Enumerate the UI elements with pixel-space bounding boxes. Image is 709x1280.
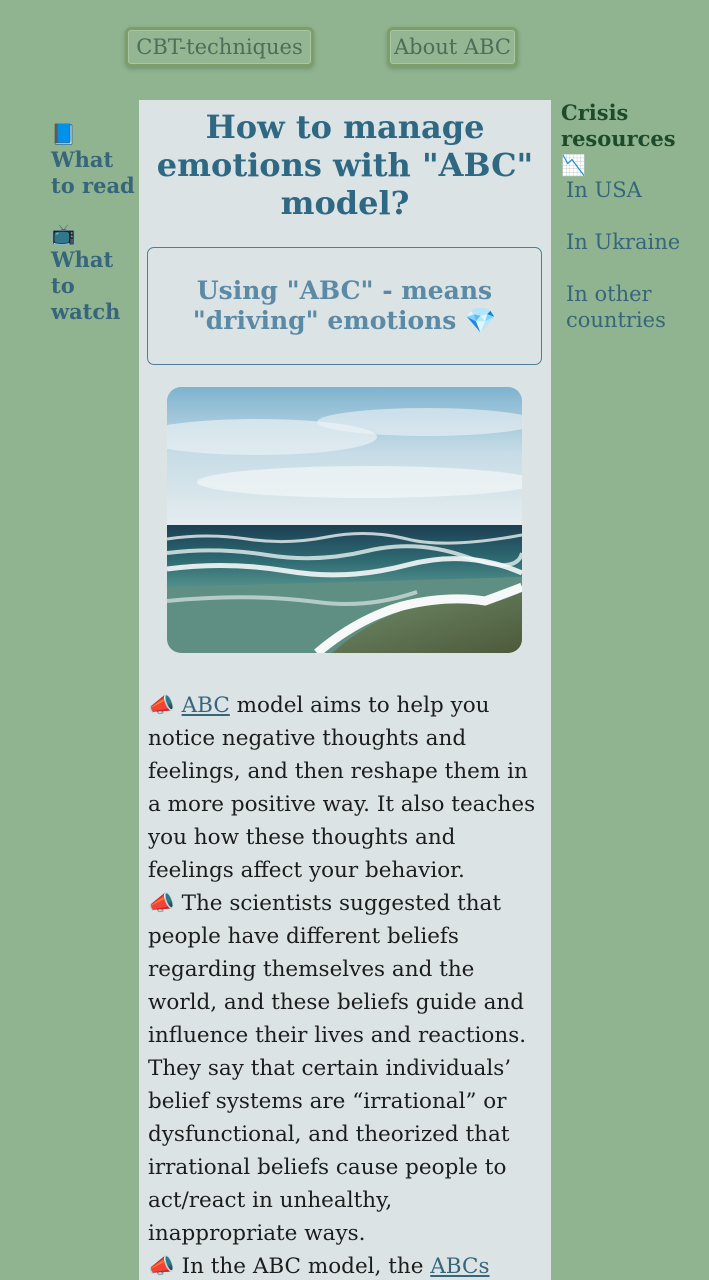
chart-decreasing-icon: 📉 xyxy=(561,153,586,177)
about-abc-button[interactable]: About ABC xyxy=(387,27,518,67)
crisis-link-ukraine[interactable]: In Ukraine xyxy=(566,229,706,255)
abcs-link[interactable]: ABCs xyxy=(430,1254,489,1279)
paragraph-2-text: The scientists suggested that people hav… xyxy=(148,891,527,1246)
abc-link[interactable]: ABC xyxy=(182,693,230,718)
page-title: How to manage emotions with "ABC" model? xyxy=(156,108,534,222)
paragraph-2: 📣 The scientists suggested that people h… xyxy=(148,887,546,1250)
crisis-link-other-countries[interactable]: In other countries xyxy=(566,281,706,333)
what-to-read-label: What to read xyxy=(51,147,135,198)
main-content: How to manage emotions with "ABC" model?… xyxy=(139,100,551,1280)
subtitle-text: Using "ABC" - means "driving" emotions 💎 xyxy=(192,276,497,335)
subtitle-box: Using "ABC" - means "driving" emotions 💎 xyxy=(147,247,542,365)
paragraph-1: 📣 ABC model aims to help you notice nega… xyxy=(148,689,546,887)
what-to-watch-label: What to watch xyxy=(51,247,121,324)
paragraph-3: 📣 In the ABC model, the ABCs stand xyxy=(148,1250,546,1280)
megaphone-icon: 📣 xyxy=(148,693,175,718)
megaphone-icon: 📣 xyxy=(148,891,175,916)
paragraph-1-text: model aims to help you notice negative t… xyxy=(148,693,536,883)
crisis-resources-label: Crisis resources xyxy=(561,100,676,151)
crisis-resources-heading: Crisis resources 📉 xyxy=(561,100,701,178)
what-to-read-link[interactable]: 📘 What to read xyxy=(51,121,137,199)
sea-waves-image xyxy=(167,387,522,653)
tv-icon: 📺 xyxy=(51,222,76,246)
book-icon: 📘 xyxy=(51,122,76,146)
article-body: 📣 ABC model aims to help you notice nega… xyxy=(148,689,546,1280)
paragraph-3-text-before: In the ABC model, the xyxy=(174,1254,431,1279)
crisis-link-usa[interactable]: In USA xyxy=(566,177,706,203)
what-to-watch-link[interactable]: 📺 What to watch xyxy=(51,221,137,325)
cbt-techniques-button[interactable]: CBT-techniques xyxy=(125,27,314,67)
megaphone-icon: 📣 xyxy=(148,1254,175,1279)
